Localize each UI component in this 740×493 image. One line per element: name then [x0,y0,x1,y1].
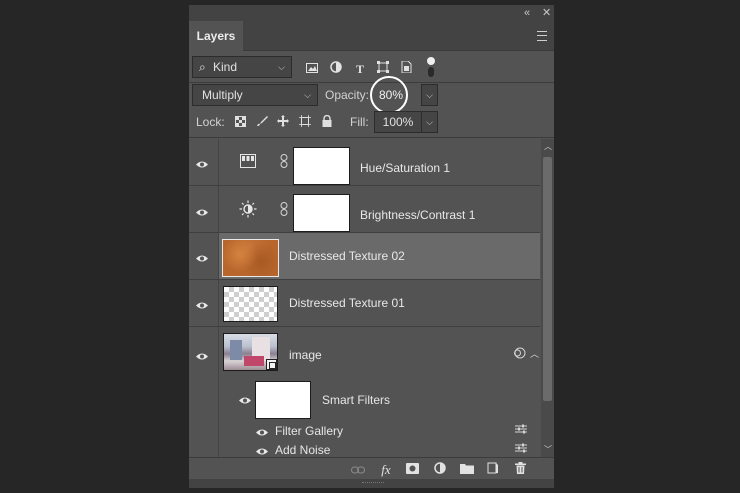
layers-list: Hue/Saturation 1 Brightness/Contrast 1 D… [189,139,540,457]
eye-icon [195,206,211,216]
smart-object-badge-icon [266,359,277,370]
scrollbar-thumb[interactable] [543,157,552,401]
filter-toggle-switch[interactable] [427,57,435,79]
scroll-down-icon[interactable]: ﹀ [544,444,552,455]
new-adjustment-icon[interactable] [432,462,448,478]
link-layers-icon[interactable] [350,462,366,478]
visibility-toggle[interactable] [189,233,219,279]
chevron-down-icon: ⌵ [278,62,285,72]
mask-link-icon[interactable] [280,154,288,171]
filter-kind-dropdown[interactable]: ⌕ Kind ⌵ [192,56,292,78]
layer-row-distressed-texture-02[interactable]: Distressed Texture 02 [189,233,540,280]
lock-transparent-pixels-icon[interactable] [233,115,247,131]
layer-row-hue-saturation[interactable]: Hue/Saturation 1 [189,139,540,186]
panel-menu-icon[interactable] [537,31,547,41]
opacity-highlight-circle [370,76,408,114]
layer-row-brightness-contrast[interactable]: Brightness/Contrast 1 [189,186,540,233]
lock-image-pixels-icon[interactable] [255,115,269,131]
layer-name[interactable]: Hue/Saturation 1 [360,161,450,175]
tab-layers[interactable]: Layers [189,21,243,51]
eye-icon [195,299,211,309]
layer-row-distressed-texture-01[interactable]: Distressed Texture 01 [189,280,540,327]
add-mask-icon[interactable] [404,462,420,478]
new-group-icon[interactable] [459,462,475,478]
new-layer-icon[interactable] [485,462,501,478]
layer-thumbnail-photo[interactable] [223,333,278,371]
panel-top-strip: « ✕ [189,5,554,21]
blend-mode-value: Multiply [202,88,243,102]
eye-icon[interactable] [238,394,254,404]
opacity-slider-button[interactable]: ⌵ [421,84,438,106]
layer-mask-thumbnail[interactable] [293,194,350,232]
collapse-panel-icon[interactable]: « [524,6,530,20]
image-filter-icon[interactable] [305,59,319,79]
lock-label: Lock: [196,115,225,129]
layer-thumbnail-orange-texture[interactable] [222,239,279,277]
adjustment-filter-icon[interactable] [329,59,343,79]
panel-bottom-strip [189,479,554,488]
fill-slider-button[interactable]: ⌵ [421,111,438,133]
resize-grip-icon[interactable] [362,482,384,485]
filter-kind-label: Kind [213,60,238,74]
scroll-up-icon[interactable]: ︿ [544,141,552,152]
smart-filter-indicator-icon [513,347,527,362]
visibility-toggle[interactable] [189,139,219,185]
eye-icon[interactable] [255,445,271,455]
smart-filters-label[interactable]: Smart Filters [322,393,390,407]
filter-item[interactable]: Add Noise [275,443,330,457]
layer-mask-thumbnail[interactable] [293,147,350,185]
chevron-down-icon: ⌵ [304,90,311,100]
visibility-toggle[interactable] [189,327,219,457]
visibility-toggle[interactable] [189,280,219,326]
smart-filter-mask-thumbnail[interactable] [255,381,311,419]
lock-position-icon[interactable] [276,115,290,131]
layers-panel: « ✕ Layers ⌕ Kind ⌵ T Multiply ⌵ Opacity… [188,4,555,489]
layer-name[interactable]: Distressed Texture 01 [289,296,405,310]
eye-icon[interactable] [255,426,271,436]
search-icon: ⌕ [199,60,206,74]
filter-blending-options-icon[interactable] [515,424,527,437]
layer-name[interactable]: Brightness/Contrast 1 [360,208,475,222]
divider [189,82,554,83]
type-filter-icon[interactable]: T [353,59,367,79]
blend-mode-dropdown[interactable]: Multiply ⌵ [192,84,318,106]
panel-footer: fx [189,457,554,481]
layer-thumbnail-transparent[interactable] [223,286,278,322]
collapse-effects-icon[interactable]: ︿ [530,347,539,360]
eye-icon [195,350,211,360]
fx-icon[interactable]: fx [378,462,394,478]
panel-tab-bar: Layers [189,21,554,51]
eye-icon [195,158,211,168]
layer-name[interactable]: Distressed Texture 02 [289,249,405,263]
hue-saturation-icon [239,154,257,171]
lock-artboard-icon[interactable] [298,115,312,131]
fill-label: Fill: [350,115,369,129]
eye-icon [195,252,211,262]
brightness-contrast-icon [239,200,257,221]
filter-item[interactable]: Filter Gallery [275,424,343,438]
delete-layer-icon[interactable] [512,462,528,478]
layer-row-image[interactable]: image ︿ Smart Filters Filter Gallery Add… [189,327,540,457]
filter-blending-options-icon[interactable] [515,443,527,456]
mask-link-icon[interactable] [280,202,288,219]
divider [189,137,554,138]
fill-field[interactable]: 100% [374,111,422,133]
layer-name[interactable]: image [289,348,322,362]
smart-object-filter-icon[interactable] [399,59,413,79]
layers-scrollbar[interactable]: ︿ ﹀ [541,139,554,457]
opacity-label: Opacity: [325,88,370,102]
close-panel-icon[interactable]: ✕ [542,6,551,20]
visibility-toggle[interactable] [189,186,219,232]
lock-all-icon[interactable] [320,114,334,131]
